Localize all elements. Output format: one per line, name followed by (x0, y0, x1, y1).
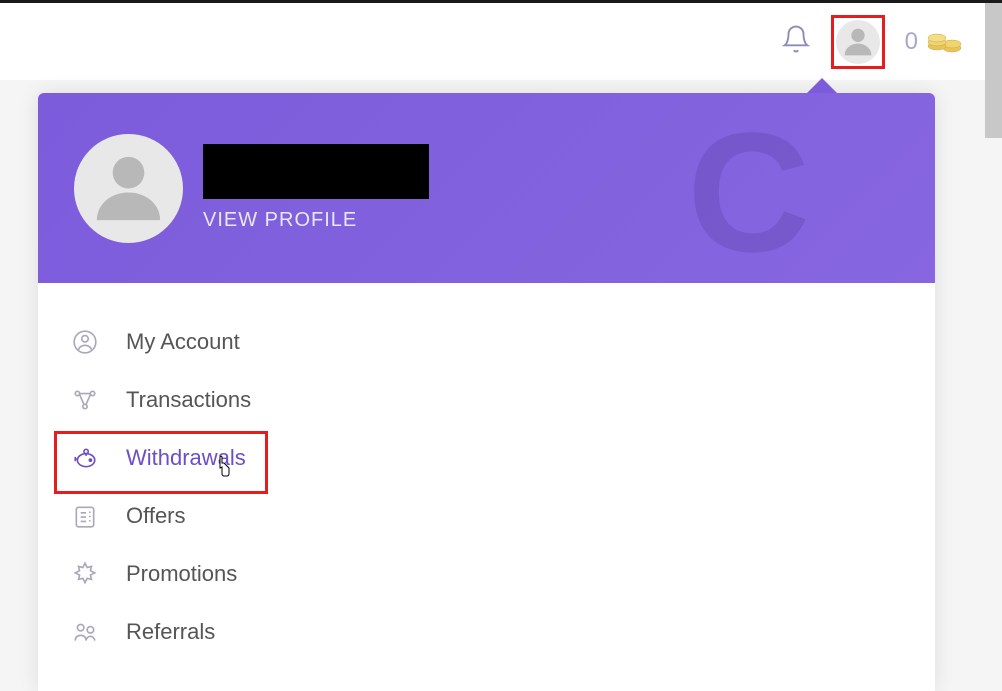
header: 0 (0, 3, 1002, 80)
menu-item-transactions[interactable]: Transactions (38, 371, 935, 429)
offers-icon (72, 503, 98, 529)
view-profile-link[interactable]: VIEW PROFILE (203, 209, 429, 232)
menu-label: Promotions (126, 561, 237, 587)
profile-info: VIEW PROFILE (203, 144, 429, 232)
scrollbar-thumb[interactable] (985, 3, 1002, 138)
account-icon (72, 329, 98, 355)
menu-label: My Account (126, 329, 240, 355)
profile-dropdown: C VIEW PROFILE My Account (38, 93, 935, 691)
menu-label: Offers (126, 503, 186, 529)
avatar-button-highlight (831, 15, 885, 69)
menu-label: Withdrawals (126, 445, 246, 471)
avatar-large (74, 134, 183, 243)
withdrawals-icon (72, 445, 98, 471)
bell-icon[interactable] (781, 23, 811, 60)
transactions-icon (72, 387, 98, 413)
menu-item-withdrawals[interactable]: Withdrawals (38, 429, 935, 487)
profile-banner: C VIEW PROFILE (38, 93, 935, 283)
balance-amount: 0 (905, 28, 918, 56)
menu-item-offers[interactable]: Offers (38, 487, 935, 545)
coins-icon (926, 24, 962, 59)
profile-menu: My Account Transactions (38, 283, 935, 691)
menu-label: Transactions (126, 387, 251, 413)
bg-decoration-letter: C (687, 108, 810, 278)
menu-item-my-account[interactable]: My Account (38, 313, 935, 371)
profile-name-redacted (203, 144, 429, 199)
balance-display: 0 (905, 24, 962, 59)
menu-item-referrals[interactable]: Referrals (38, 603, 935, 661)
referrals-icon (72, 619, 98, 645)
menu-label: Referrals (126, 619, 215, 645)
avatar-button[interactable] (836, 20, 880, 64)
menu-item-promotions[interactable]: Promotions (38, 545, 935, 603)
promotions-icon (72, 561, 98, 587)
